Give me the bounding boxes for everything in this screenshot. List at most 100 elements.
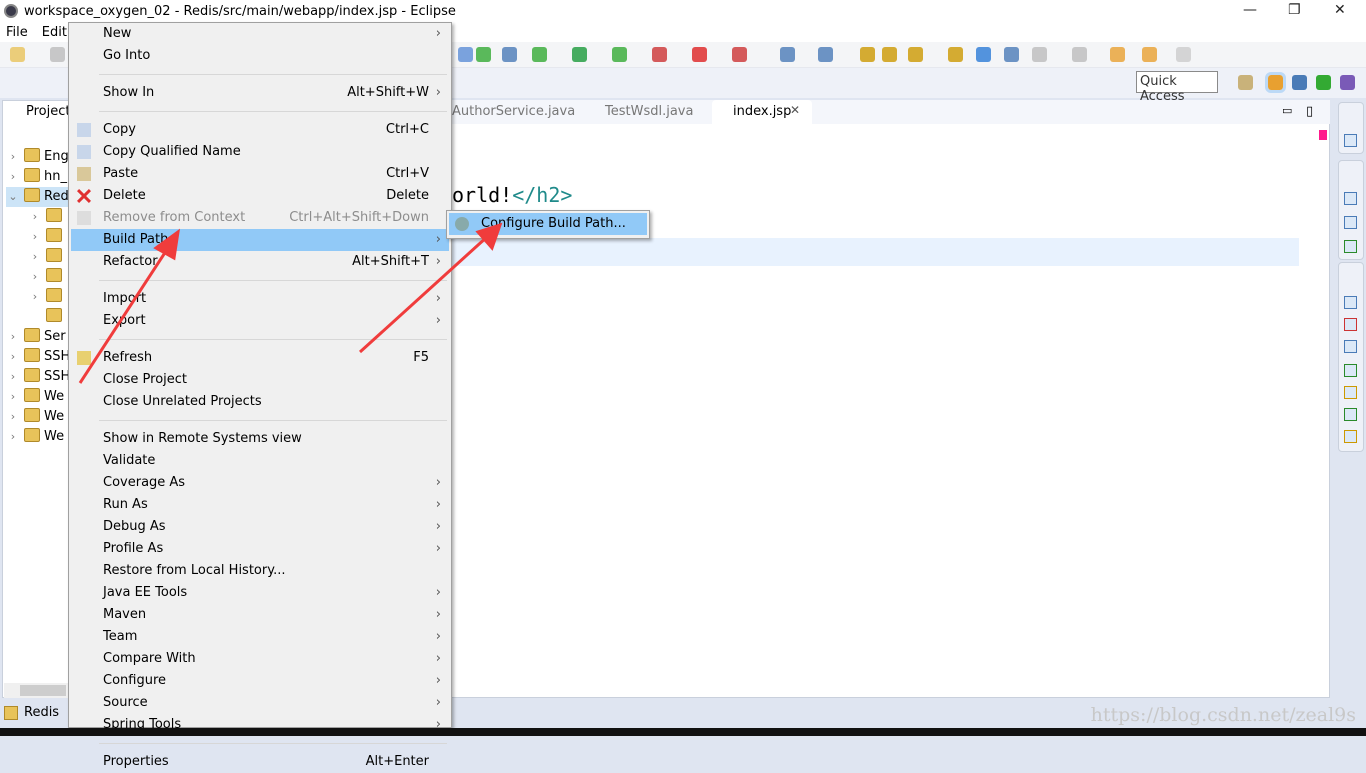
tree-item[interactable]: › Ser [6,327,66,347]
toolbar-button-icon[interactable] [1032,47,1047,62]
view-icon[interactable] [1344,134,1357,147]
toolbar-button-icon[interactable] [948,47,963,62]
menu-item-coverage-as[interactable]: Coverage As › [71,472,449,494]
menu-edit[interactable]: Edit [42,25,67,40]
open-perspective-icon[interactable] [1238,75,1253,90]
menu-file[interactable]: File [6,25,28,40]
menu-item-maven[interactable]: Maven › [71,604,449,626]
menu-item-paste[interactable]: Paste Ctrl+V [71,163,449,185]
menu-item-remove-from-context[interactable]: Remove from Context Ctrl+Alt+Shift+Down [71,207,449,229]
chevron-right-icon[interactable]: › [28,247,42,267]
toolbar-button-icon[interactable] [458,47,473,62]
toolbar-button-icon[interactable] [652,47,667,62]
menu-item-copy[interactable]: Copy Ctrl+C [71,119,449,141]
toolbar-button-icon[interactable] [1072,47,1087,62]
menu-item-refresh[interactable]: Refresh F5 [71,347,449,369]
chevron-right-icon[interactable]: › [28,267,42,287]
menu-item-properties[interactable]: Properties Alt+Enter [71,751,449,773]
toolbar-button-icon[interactable] [476,47,491,62]
servers-icon[interactable] [1344,296,1357,309]
vertical-scrollbar[interactable] [1300,124,1315,682]
tab-authorservice[interactable]: AuthorService.java [452,104,575,119]
menu-item-java-ee-tools[interactable]: Java EE Tools › [71,582,449,604]
menu-item-refactor[interactable]: Refactor Alt+Shift+T › [71,251,449,273]
history-icon[interactable] [1344,430,1357,443]
menu-item-copy-qualified-name[interactable]: Copy Qualified Name [71,141,449,163]
markers-icon[interactable] [1344,318,1357,331]
toolbar-button-icon[interactable] [612,47,627,62]
tree-item[interactable]: › SSH [6,347,70,367]
menu-item-validate[interactable]: Validate [71,450,449,472]
toolbar-button-icon[interactable] [908,47,923,62]
tree-item[interactable]: › We [6,407,64,427]
chevron-right-icon[interactable]: › [6,427,20,447]
code-line[interactable]: orld!</h2> [452,183,572,207]
chevron-right-icon[interactable]: › [6,327,20,347]
chevron-right-icon[interactable]: › [6,367,20,387]
menu-item-run-as[interactable]: Run As › [71,494,449,516]
chevron-right-icon[interactable]: › [28,207,42,227]
tab-index-jsp[interactable]: index.jsp ✕ [712,100,812,124]
outline-icon[interactable] [1344,192,1357,205]
tree-item[interactable]: › [28,247,66,267]
chevron-down-icon[interactable]: ⌄ [6,187,20,207]
menu-item-team[interactable]: Team › [71,626,449,648]
menu-item-show-in-remote-systems-view[interactable]: Show in Remote Systems view [71,428,449,450]
java-perspective-icon[interactable] [1340,75,1355,90]
junit-icon[interactable] [1344,240,1357,253]
debug-perspective-icon[interactable] [1316,75,1331,90]
toolbar-button-icon[interactable] [732,47,747,62]
restore-button[interactable]: ❐ [1288,2,1301,18]
toolbar-button-icon[interactable] [1176,47,1191,62]
menu-item-profile-as[interactable]: Profile As › [71,538,449,560]
minimize-view-icon[interactable]: ▭ [1282,104,1292,117]
menu-item-show-in[interactable]: Show In Alt+Shift+W › [71,82,449,104]
menu-item-new[interactable]: New › [71,23,449,45]
menu-item-debug-as[interactable]: Debug As › [71,516,449,538]
console-icon[interactable] [1344,340,1357,353]
toolbar-button-icon[interactable] [50,47,65,62]
toolbar-button-icon[interactable] [882,47,897,62]
tree-item[interactable]: › We [6,387,64,407]
chevron-right-icon[interactable]: › [6,387,20,407]
tree-item[interactable]: › [28,227,66,247]
tree-item[interactable]: › SSH [6,367,70,387]
error-marker-icon[interactable] [1319,130,1327,140]
tree-item[interactable]: › [28,207,66,227]
tab-project-explorer[interactable]: Project [2,100,72,124]
tree-item[interactable]: › We [6,427,64,447]
toolbar-button-icon[interactable] [532,47,547,62]
java-ee-perspective-icon[interactable] [1265,72,1286,93]
debug-icon[interactable] [1344,408,1357,421]
scroll-thumb[interactable] [20,685,66,696]
menu-item-close-unrelated-projects[interactable]: Close Unrelated Projects [71,391,449,413]
menu-item-configure-build-path[interactable]: Configure Build Path... [449,213,647,235]
close-tab-icon[interactable]: ✕ [790,103,800,117]
menu-item-configure[interactable]: Configure › [71,670,449,692]
menu-item-delete[interactable]: Delete Delete [71,185,449,207]
toolbar-button-icon[interactable] [1142,47,1157,62]
toolbar-button-icon[interactable] [1004,47,1019,62]
task-list-icon[interactable] [1344,216,1357,229]
maximize-view-icon[interactable]: ▯ [1306,104,1313,119]
tree-item[interactable]: › hn_ [6,167,67,187]
tree-item[interactable]: › Eng [6,147,69,167]
menu-item-source[interactable]: Source › [71,692,449,714]
chevron-right-icon[interactable]: › [28,287,42,307]
toolbar-button-icon[interactable] [1110,47,1125,62]
chevron-right-icon[interactable]: › [6,147,20,167]
snippets-icon[interactable] [1344,386,1357,399]
toolbar-button-icon[interactable] [502,47,517,62]
menu-item-import[interactable]: Import › [71,288,449,310]
tree-item[interactable]: › [28,267,66,287]
menu-item-export[interactable]: Export › [71,310,449,332]
chevron-right-icon[interactable]: › [6,167,20,187]
toolbar-button-icon[interactable] [572,47,587,62]
close-button[interactable]: ✕ [1334,2,1346,18]
chevron-right-icon[interactable]: › [6,407,20,427]
menu-item-compare-with[interactable]: Compare With › [71,648,449,670]
menu-item-build-path[interactable]: Build Path › [71,229,449,251]
tree-item[interactable]: › [28,287,66,307]
menu-item-close-project[interactable]: Close Project [71,369,449,391]
toolbar-button-icon[interactable] [976,47,991,62]
